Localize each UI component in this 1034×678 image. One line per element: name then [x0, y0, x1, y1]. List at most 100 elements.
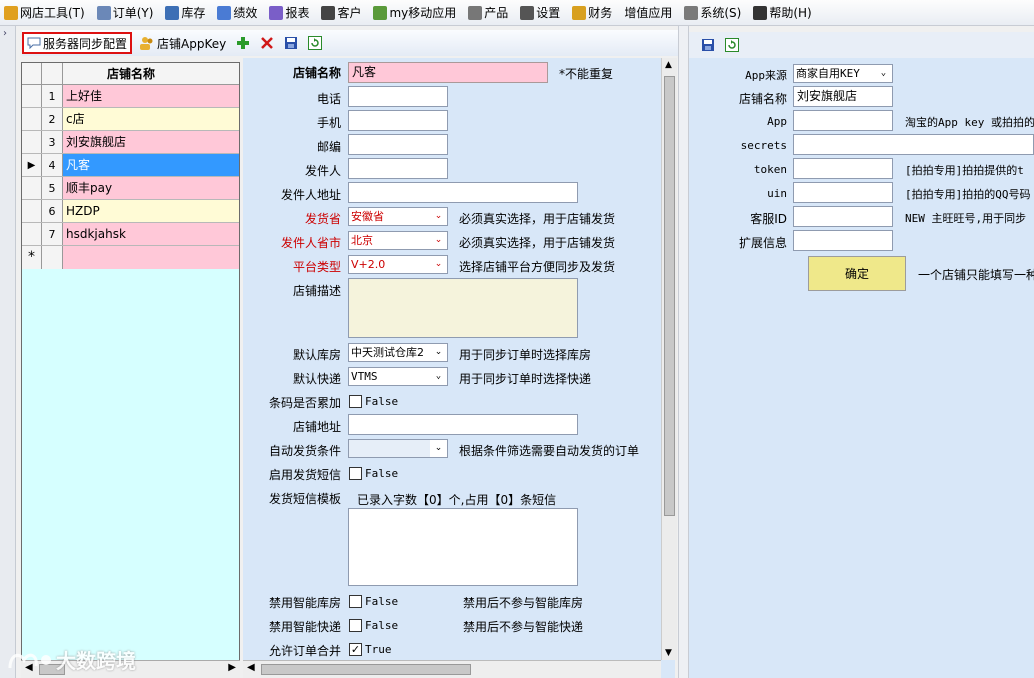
phone-input[interactable]: [348, 86, 448, 107]
form-vertical-scrollbar[interactable]: ▲ ▼: [661, 58, 677, 660]
shop-address-input[interactable]: [348, 414, 578, 435]
scroll-left-icon[interactable]: ◀: [247, 662, 255, 673]
platform-label: 平台类型: [292, 260, 341, 274]
scroll-thumb[interactable]: [664, 76, 675, 516]
chevron-down-icon[interactable]: ⌄: [430, 232, 447, 249]
menu-item-5[interactable]: 客户: [317, 2, 365, 24]
express-select[interactable]: VTMS ⌄: [348, 367, 448, 386]
chevron-down-icon[interactable]: ⌄: [430, 440, 447, 457]
sender-address-input[interactable]: [348, 182, 578, 203]
refresh-button[interactable]: [725, 38, 739, 55]
menu-item-4[interactable]: 报表: [265, 2, 313, 24]
menu-item-11[interactable]: 系统(S): [680, 2, 745, 24]
warehouse-select[interactable]: 中天测试仓库2 ⌄: [348, 343, 448, 362]
province-select[interactable]: 安徽省 ⌄: [348, 207, 448, 226]
shop-name-cell[interactable]: 刘安旗舰店: [63, 131, 239, 153]
menu-item-3[interactable]: 绩效: [213, 2, 261, 24]
scroll-thumb[interactable]: [39, 664, 65, 675]
province-hint: 必须真实选择，用于店铺发货: [459, 212, 616, 226]
menu-item-7[interactable]: 产品: [464, 2, 512, 24]
ship-sms-checkbox[interactable]: [349, 467, 362, 480]
postcode-input[interactable]: [348, 134, 448, 155]
save-button[interactable]: [701, 38, 715, 55]
chevron-down-icon[interactable]: ⌄: [430, 256, 447, 273]
menu-item-label: 财务: [588, 6, 613, 20]
chevron-down-icon[interactable]: ⌄: [430, 208, 447, 225]
app-source-select[interactable]: 商家自用KEY ⌄: [793, 64, 893, 83]
uin-input[interactable]: [793, 182, 893, 203]
table-row[interactable]: 5 顺丰pay: [22, 177, 239, 200]
panel-splitter[interactable]: [678, 26, 689, 678]
secrets-label: secrets: [740, 139, 787, 152]
smart-express-hint: 禁用后不参与智能快递: [463, 620, 584, 634]
menu-item-10[interactable]: 增值应用: [620, 2, 676, 24]
table-row[interactable]: 3 刘安旗舰店: [22, 131, 239, 154]
service-id-input[interactable]: [793, 206, 893, 227]
table-row[interactable]: 6 HZDP: [22, 200, 239, 223]
scroll-right-icon[interactable]: ▶: [228, 662, 236, 673]
scroll-down-icon[interactable]: ▼: [665, 648, 672, 658]
chevron-right-icon[interactable]: ›: [3, 28, 7, 39]
shop-name-cell[interactable]: c店: [63, 108, 239, 130]
left-collapse-strip[interactable]: ›: [0, 26, 16, 678]
column-header-shop-name[interactable]: 店铺名称: [63, 63, 239, 84]
scroll-thumb[interactable]: [261, 664, 471, 675]
refresh-icon: [308, 36, 323, 50]
shop-desc-textarea[interactable]: [348, 278, 578, 338]
sender-input[interactable]: [348, 158, 448, 179]
scroll-up-icon[interactable]: ▲: [665, 60, 672, 70]
close-icon: [261, 37, 274, 49]
shop-appkey-button[interactable]: 店铺AppKey: [136, 32, 229, 54]
table-row[interactable]: 7 hsdkjahsk: [22, 223, 239, 246]
menu-item-0[interactable]: 网店工具(T): [0, 2, 89, 24]
grid-horizontal-scrollbar[interactable]: ◀ ▶: [21, 660, 240, 678]
table-row[interactable]: 1 上好佳: [22, 85, 239, 108]
app-key-input[interactable]: [793, 110, 893, 131]
add-button[interactable]: [233, 32, 253, 54]
mobile-input[interactable]: [348, 110, 448, 131]
save-button[interactable]: [281, 32, 301, 54]
sms-template-textarea[interactable]: [348, 508, 578, 586]
menu-item-2[interactable]: 库存: [161, 2, 209, 24]
sender-city-select[interactable]: 北京 ⌄: [348, 231, 448, 250]
refresh-button[interactable]: [305, 32, 325, 54]
table-row[interactable]: ▶ 4 凡客: [22, 154, 239, 177]
system-icon: [684, 5, 699, 20]
table-row[interactable]: 2 c店: [22, 108, 239, 131]
barcode-accumulate-checkbox[interactable]: [349, 395, 362, 408]
menu-item-1[interactable]: 订单(Y): [93, 2, 158, 24]
appkey-toolbar: [689, 32, 1034, 58]
smart-express-checkbox[interactable]: [349, 619, 362, 632]
shop-name-cell[interactable]: 上好佳: [63, 85, 239, 107]
menu-item-8[interactable]: 设置: [516, 2, 564, 24]
chevron-down-icon[interactable]: ⌄: [430, 368, 447, 385]
menu-item-9[interactable]: 财务: [568, 2, 616, 24]
delete-button[interactable]: [257, 32, 277, 54]
shop-name-cell[interactable]: hsdkjahsk: [63, 223, 239, 245]
platform-select[interactable]: V+2.0 ⌄: [348, 255, 448, 274]
order-merge-checkbox[interactable]: ✓: [349, 643, 362, 656]
auto-ship-select[interactable]: ⌄: [348, 439, 448, 458]
server-sync-config-button[interactable]: 服务器同步配置: [22, 32, 133, 54]
server-sync-config-label: 服务器同步配置: [43, 36, 128, 51]
shop-name-cell[interactable]: HZDP: [63, 200, 239, 222]
chevron-down-icon[interactable]: ⌄: [430, 344, 447, 361]
scroll-left-icon[interactable]: ◀: [25, 662, 33, 673]
menu-item-12[interactable]: 帮助(H): [749, 2, 815, 24]
token-input[interactable]: [793, 158, 893, 179]
secrets-input[interactable]: [793, 134, 1034, 155]
shop-name-cell[interactable]: 顺丰pay: [63, 177, 239, 199]
grid-new-row[interactable]: *: [22, 246, 239, 269]
form-horizontal-scrollbar[interactable]: ◀: [243, 660, 661, 678]
confirm-button[interactable]: 确定: [808, 256, 906, 291]
right-shop-name-input[interactable]: 刘安旗舰店: [793, 86, 893, 107]
new-row-marker: *: [22, 246, 42, 269]
ext-info-input[interactable]: [793, 230, 893, 251]
smart-warehouse-checkbox[interactable]: [349, 595, 362, 608]
menu-item-6[interactable]: my移动应用: [369, 2, 460, 24]
shop-name-input[interactable]: 凡客: [348, 62, 548, 83]
chevron-down-icon[interactable]: ⌄: [875, 65, 892, 82]
token-label: token: [753, 163, 787, 176]
shop-name-cell[interactable]: 凡客: [63, 154, 239, 176]
menu-item-label: 设置: [536, 6, 561, 20]
